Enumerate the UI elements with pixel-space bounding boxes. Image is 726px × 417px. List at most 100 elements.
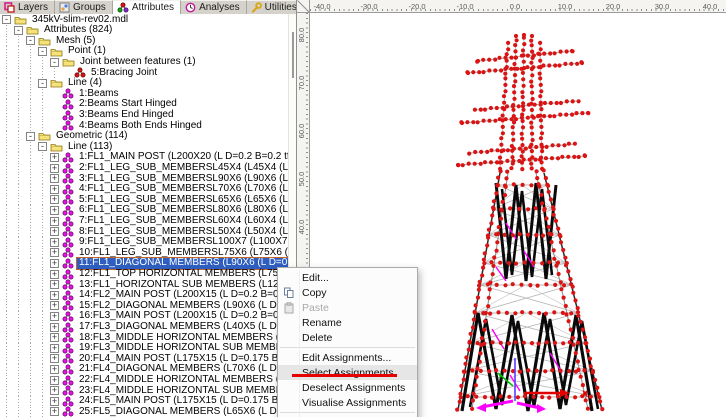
line-attribute-icon [62,332,74,343]
tree-guide [26,227,38,238]
expand-box-icon[interactable]: + [50,259,59,268]
line-attribute-icon [62,152,74,163]
menu-item-visualise-assignments[interactable]: Visualise Assignments [278,395,417,410]
tree-item[interactable]: +22:FL4_MIDDLE HORIZONTAL MEMBERS (L60X6… [2,375,288,386]
expand-box-icon[interactable]: + [50,174,59,183]
menu-item-select-assignments[interactable]: Select Assignments [278,365,417,380]
v-ruler-label: 80.0 [297,21,307,49]
h-ruler-label: -40.0 [313,2,330,11]
tree-guide [38,311,50,322]
folder-icon [50,78,63,88]
line-attribute-icon [62,110,74,121]
tree-item-label: 17:FL3_DIAGONAL MEMBERS (L40X5 (L D=0.04… [77,322,288,333]
expand-box-icon[interactable]: + [50,291,59,300]
tree-guide [2,36,14,47]
tree-guide [14,311,26,322]
menu-item-label: Edit... [299,272,329,284]
tree-item[interactable]: +2:FL1_LEG_SUB_MEMBERSL45X4 (L45X4 (L D=… [2,163,288,174]
tree-scrollbar-thumb[interactable] [292,32,294,78]
tree-guide [14,343,26,354]
folder-icon [62,57,75,67]
tree-guide [2,396,14,407]
tree-guide [14,364,26,375]
tab-layers[interactable]: Layers [0,0,55,14]
tree-guide [2,89,14,100]
line-attribute-icon [62,237,74,248]
tab-attributes[interactable]: Attributes [113,0,181,14]
expand-box-icon[interactable]: + [50,386,59,395]
annotation-red-underline [292,374,397,377]
menu-item-delete[interactable]: Delete [278,330,417,345]
expand-box-icon[interactable]: + [50,301,59,310]
expand-box-icon[interactable]: + [50,238,59,247]
expand-box-icon[interactable]: + [50,185,59,194]
line-attribute-icon [62,269,74,280]
tree-item[interactable]: +12:FL1_TOP HORIZONTAL MEMBERS (L75X6 (L… [2,269,288,280]
expand-box-icon[interactable]: + [50,333,59,342]
expand-box-icon[interactable]: + [50,354,59,363]
tree-item[interactable]: +7:FL1_LEG_SUB_MEMBERSL60X4 (L60X4 (L D=… [2,216,288,227]
tree-guide [2,110,14,121]
expand-box-icon[interactable]: + [50,397,59,406]
expand-box-icon[interactable]: + [50,217,59,226]
analyses-icon [185,2,196,13]
tree-guide [2,163,14,174]
tree-guide [26,89,38,100]
tree-guide [26,205,38,216]
menu-item-copy[interactable]: Copy [278,285,417,300]
expand-box-icon[interactable]: + [50,365,59,374]
tree-item[interactable]: -Joint between features (1) [2,57,198,68]
line-attribute-icon [62,385,74,396]
expand-box-icon[interactable]: + [50,195,59,204]
tree-guide [14,333,26,344]
folder-icon [38,131,51,141]
tree-guide [26,99,38,110]
expand-box-icon[interactable]: + [50,270,59,279]
tree-guide [26,280,38,291]
tree-item[interactable]: +17:FL3_DIAGONAL MEMBERS (L40X5 (L D=0.0… [2,322,288,333]
folder-icon [50,47,63,57]
tree-guide [2,269,14,280]
menu-item-deselect-assignments[interactable]: Deselect Assignments [278,380,417,395]
expand-box-icon[interactable]: + [50,323,59,332]
tree-guide [14,248,26,259]
menu-item-label: Paste [299,302,329,314]
collapse-box-icon[interactable]: - [38,142,47,151]
h-ruler-label: -20.0 [408,2,425,11]
expand-box-icon[interactable]: + [50,407,59,416]
tree-guide [14,46,26,57]
collapse-box-icon[interactable]: - [26,132,35,141]
menu-item-label: Rename [299,317,342,329]
collapse-box-icon[interactable]: - [14,26,23,35]
tab-groups[interactable]: Groups [55,0,113,14]
v-ruler-label: 60.0 [297,117,307,145]
expand-box-icon[interactable]: + [50,164,59,173]
tree-guide [26,57,38,68]
tree-item[interactable]: 3:Beams End Hinged [2,110,176,121]
expand-box-icon[interactable]: + [50,153,59,162]
expand-box-icon[interactable]: + [50,312,59,321]
menu-item-rename[interactable]: Rename [278,315,417,330]
expand-box-icon[interactable]: + [50,376,59,385]
tab-analyses[interactable]: Analyses [181,0,247,14]
tree-item-label: 3:Beams End Hinged [77,110,176,121]
expand-box-icon[interactable]: + [50,227,59,236]
menu-item-edit[interactable]: Edit... [278,270,417,285]
line-attribute-icon [62,364,74,375]
expand-box-icon[interactable]: + [50,248,59,257]
collapse-box-icon[interactable]: - [38,47,47,56]
expand-box-icon[interactable]: + [50,344,59,353]
collapse-box-icon[interactable]: - [26,36,35,45]
collapse-box-icon[interactable]: - [38,79,47,88]
tree-guide [26,301,38,312]
context-menu: Edit...Copy Paste RenameDelete Edit Assignm… [277,267,418,417]
tree-guide [38,121,50,132]
tree-guide [2,131,14,142]
tree-guide [38,227,50,238]
expand-box-icon[interactable]: + [50,206,59,215]
expand-box-icon[interactable]: + [50,280,59,289]
tree-guide [38,375,50,386]
collapse-box-icon[interactable]: - [50,58,59,67]
collapse-box-icon[interactable]: - [2,15,11,24]
menu-item-edit-assignments[interactable]: Edit Assignments... [278,350,417,365]
